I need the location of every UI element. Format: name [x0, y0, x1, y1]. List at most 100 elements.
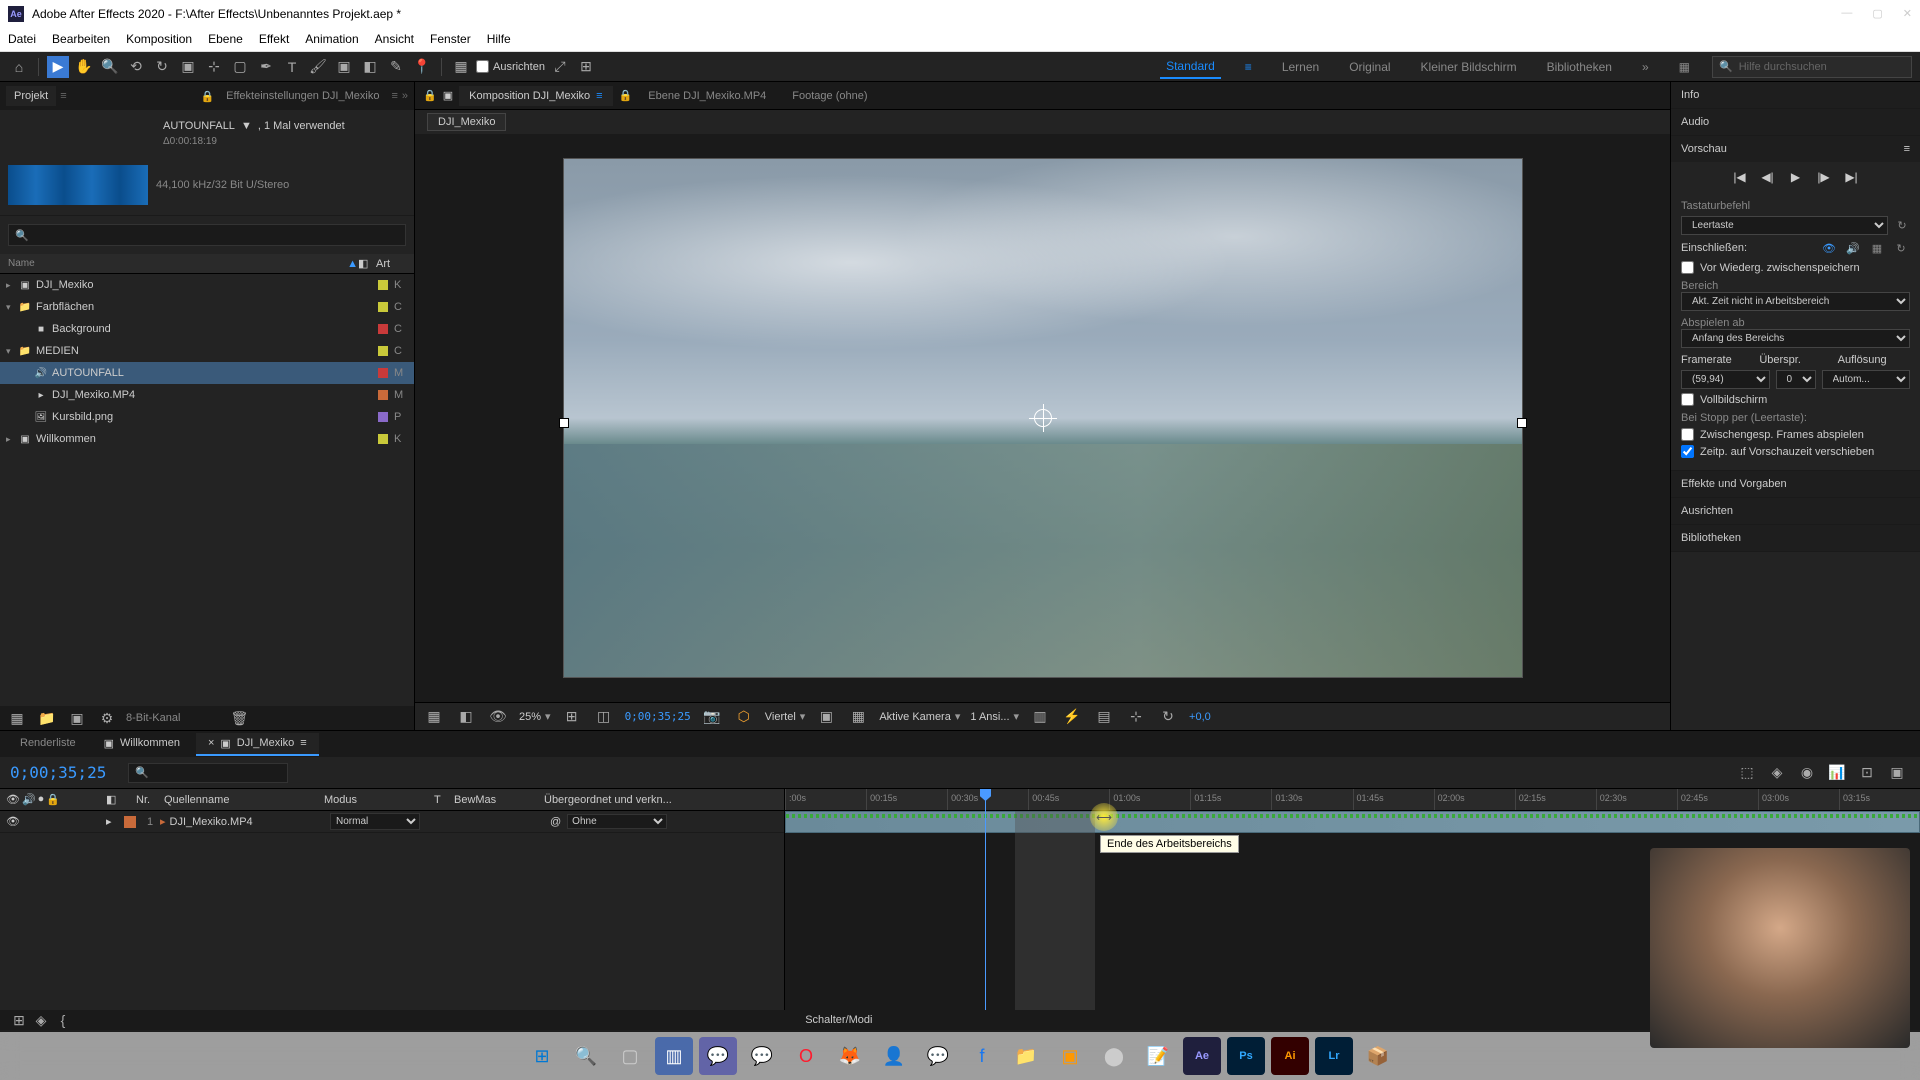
grid-icon[interactable]: ⊞	[561, 706, 583, 728]
ae-taskbar-icon[interactable]: Ae	[1183, 1037, 1221, 1075]
close-button[interactable]: ✕	[1903, 7, 1912, 20]
col-name[interactable]: Name	[8, 258, 347, 269]
workspace-overflow-icon[interactable]: »	[1636, 56, 1655, 78]
audio-col-icon[interactable]: 🔊	[22, 793, 36, 806]
panel-effekte[interactable]: Effekte und Vorgaben	[1671, 471, 1920, 497]
notepad-icon[interactable]: 📝	[1139, 1037, 1177, 1075]
menu-datei[interactable]: Datei	[8, 32, 36, 46]
menu-animation[interactable]: Animation	[305, 32, 358, 46]
skip-select[interactable]: 0	[1776, 370, 1816, 389]
col-art[interactable]: Art	[376, 258, 406, 270]
loop-icon[interactable]: ↻	[1892, 239, 1910, 257]
opera-icon[interactable]: O	[787, 1037, 825, 1075]
overlay-include-icon[interactable]: ▦	[1868, 239, 1886, 257]
panel-bibliotheken[interactable]: Bibliotheken	[1671, 525, 1920, 551]
motion-blur-toggle-icon[interactable]: {	[52, 1009, 74, 1031]
align-checkbox[interactable]: Ausrichten	[476, 60, 545, 73]
audio-include-icon[interactable]: 🔊	[1844, 239, 1862, 257]
project-item[interactable]: ▾📁FarbflächenC	[0, 296, 414, 318]
ruler-tick[interactable]: 02:30s	[1596, 789, 1677, 810]
col-tag-icon[interactable]: ◧	[358, 257, 376, 270]
workspace-panel-icon[interactable]: ▦	[1673, 56, 1696, 78]
panel-ausrichten[interactable]: Ausrichten	[1671, 498, 1920, 524]
camera-tool[interactable]: ▣	[177, 56, 199, 78]
sort-icon[interactable]: ▲	[347, 258, 358, 270]
col-t[interactable]: T	[434, 794, 454, 806]
rotate-tool[interactable]: ↻	[151, 56, 173, 78]
mask-icon[interactable]: 👁	[487, 706, 509, 728]
help-search[interactable]: 🔍 Hilfe durchsuchen	[1712, 56, 1912, 78]
project-item[interactable]: 🔊AUTOUNFALLM	[0, 362, 414, 384]
new-comp-icon[interactable]: ▣	[66, 707, 88, 729]
panel-info[interactable]: Info	[1671, 82, 1920, 108]
panel-vorschau[interactable]: Vorschau≡	[1671, 136, 1920, 162]
layer-bar[interactable]	[785, 811, 1920, 833]
project-item[interactable]: ■BackgroundC	[0, 318, 414, 340]
bit-depth[interactable]: 8-Bit-Kanal	[126, 712, 180, 724]
tab-komposition[interactable]: Komposition DJI_Mexiko ≡	[459, 86, 612, 106]
movetime-checkbox[interactable]	[1681, 445, 1694, 458]
video-include-icon[interactable]: 👁	[1820, 239, 1838, 257]
viewer-timecode[interactable]: 0;00;35;25	[625, 710, 691, 723]
menu-hilfe[interactable]: Hilfe	[487, 32, 511, 46]
flowchart-icon[interactable]: ⊹	[1125, 706, 1147, 728]
bereich-select[interactable]: Akt. Zeit nicht in Arbeitsbereich	[1681, 292, 1910, 311]
flowpath-comp[interactable]: DJI_Mexiko	[427, 113, 506, 131]
toggle-switches-icon[interactable]: ⊞	[8, 1009, 30, 1031]
workspace-bibliotheken[interactable]: Bibliotheken	[1541, 56, 1618, 78]
lr-taskbar-icon[interactable]: Lr	[1315, 1037, 1353, 1075]
workspace-menu-icon[interactable]: ≡	[1239, 56, 1258, 78]
first-frame-button[interactable]: |◀	[1731, 168, 1749, 186]
project-item[interactable]: ▸▣WillkommenK	[0, 428, 414, 450]
teams-icon[interactable]: 💬	[699, 1037, 737, 1075]
parent-pickwhip-icon[interactable]: @	[550, 816, 561, 828]
col-nr[interactable]: Nr.	[136, 794, 164, 806]
ruler-tick[interactable]: 01:00s	[1109, 789, 1190, 810]
col-tag-icon[interactable]: ◧	[106, 793, 136, 806]
widgets-icon[interactable]: ▥	[655, 1037, 693, 1075]
lock2-icon[interactable]: 🔒	[619, 89, 633, 102]
alpha-icon[interactable]: ▦	[423, 706, 445, 728]
anchor-tool[interactable]: ⊹	[203, 56, 225, 78]
layer-video-icon[interactable]: 👁	[6, 815, 20, 828]
ps-taskbar-icon[interactable]: Ps	[1227, 1037, 1265, 1075]
channel-icon[interactable]: ◧	[455, 706, 477, 728]
taskview-icon[interactable]: ▢	[611, 1037, 649, 1075]
frame-handle-right[interactable]	[1517, 418, 1527, 428]
views-dropdown[interactable]: 1 Ansi... ▾	[970, 710, 1019, 723]
app1-icon[interactable]: 👤	[875, 1037, 913, 1075]
project-search[interactable]: 🔍	[8, 224, 406, 246]
hand-tool[interactable]: ✋	[73, 56, 95, 78]
video-preview[interactable]	[563, 158, 1523, 678]
workspace-standard[interactable]: Standard	[1160, 55, 1221, 79]
layer-mode-select[interactable]: Normal	[330, 813, 420, 830]
lock-icon[interactable]: 🔒	[423, 89, 437, 102]
project-item[interactable]: ▸DJI_Mexiko.MP4M	[0, 384, 414, 406]
graph-icon[interactable]: 📊	[1826, 762, 1848, 784]
tab-menu-icon[interactable]: ≡	[60, 90, 66, 102]
messenger-icon[interactable]: 💬	[919, 1037, 957, 1075]
project-list[interactable]: ▸▣DJI_MexikoK▾📁FarbflächenC■BackgroundC▾…	[0, 274, 414, 706]
tab-projekt[interactable]: Projekt	[6, 86, 56, 106]
ruler-tick[interactable]: 01:30s	[1271, 789, 1352, 810]
shortcut-select[interactable]: Leertaste	[1681, 216, 1888, 235]
ruler-tick[interactable]: 01:15s	[1190, 789, 1271, 810]
tab-footage[interactable]: Footage (ohne)	[782, 86, 877, 106]
tab-menu2-icon[interactable]: ≡	[391, 90, 397, 102]
footer-label[interactable]: Schalter/Modi	[805, 1014, 872, 1026]
roi-icon[interactable]: ▣	[815, 706, 837, 728]
color-icon[interactable]: ⬡	[733, 706, 755, 728]
playhead[interactable]	[985, 789, 986, 1010]
cache-checkbox[interactable]	[1681, 261, 1694, 274]
timeline-icon[interactable]: ▤	[1093, 706, 1115, 728]
eraser-tool[interactable]: ◧	[359, 56, 381, 78]
rectangle-tool[interactable]: ▢	[229, 56, 251, 78]
lock-icon[interactable]: 🔒	[200, 90, 214, 103]
tab-overflow-icon[interactable]: »	[402, 90, 408, 102]
project-item[interactable]: 🖼Kursbild.pngP	[0, 406, 414, 428]
layer-name[interactable]: ▸DJI_Mexiko.MP4	[160, 815, 330, 828]
new-folder-icon[interactable]: 📁	[36, 707, 58, 729]
ruler-tick[interactable]: 02:15s	[1515, 789, 1596, 810]
resolution-dropdown[interactable]: Viertel ▾	[765, 710, 806, 723]
parent-select[interactable]: Ohne	[567, 814, 667, 829]
